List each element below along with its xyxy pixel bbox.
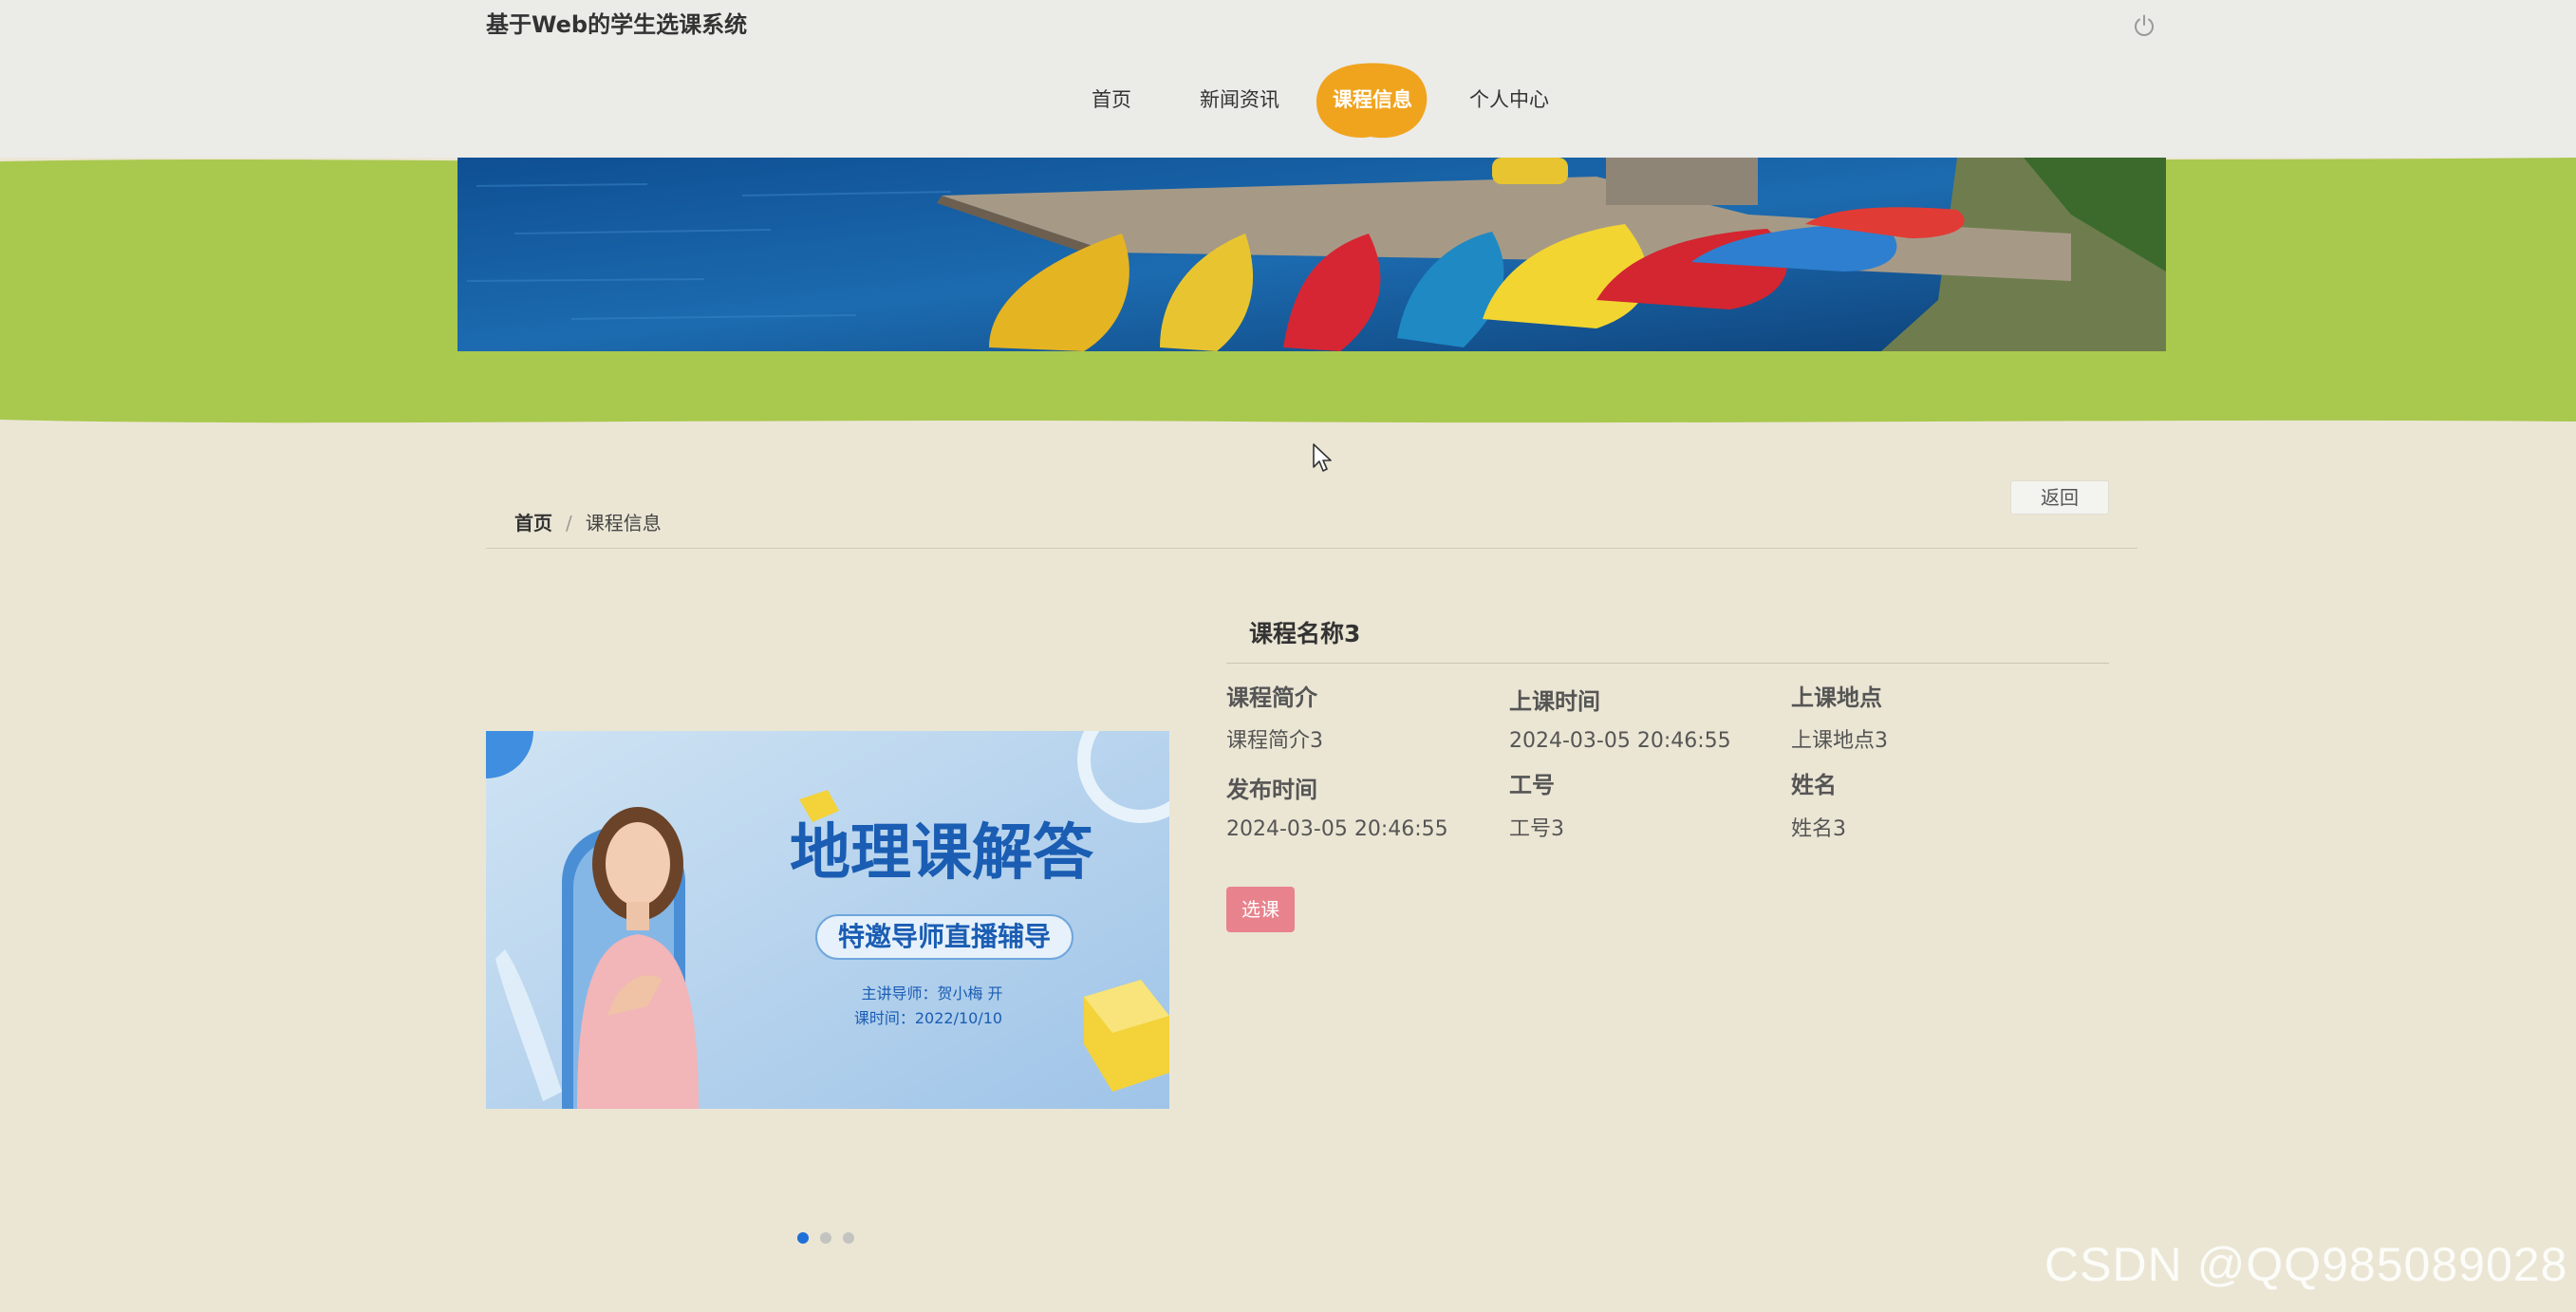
carousel-dot-3[interactable] <box>843 1232 854 1244</box>
select-course-button[interactable]: 选课 <box>1226 887 1295 932</box>
breadcrumb-home[interactable]: 首页 <box>514 512 552 534</box>
field-label-publish-time: 发布时间 <box>1226 777 1317 803</box>
banner-image <box>457 158 2166 351</box>
mouse-cursor-icon <box>1313 443 1332 472</box>
field-label-staff-id: 工号 <box>1509 772 1555 798</box>
nav-item-news[interactable]: 新闻资讯 <box>1192 59 1287 141</box>
power-icon[interactable] <box>2132 13 2156 38</box>
svg-text:地理课解答: 地理课解答 <box>790 818 1094 889</box>
field-label-intro: 课程简介 <box>1226 684 1317 711</box>
field-value-class-time: 2024-03-05 20:46:55 <box>1509 729 1731 753</box>
main-nav: 首页 新闻资讯 课程信息 个人中心 <box>0 59 2576 141</box>
field-value-intro: 课程简介3 <box>1226 729 1323 753</box>
nav-item-courses[interactable]: 课程信息 <box>1323 59 1422 141</box>
svg-text:主讲导师：贺小梅 开: 主讲导师：贺小梅 开 <box>861 984 1002 1003</box>
field-label-location: 上课地点 <box>1791 684 1882 711</box>
course-image-carousel[interactable]: 地理课解答 特邀导师直播辅导 主讲导师：贺小梅 开 课时间：2022/10/10 <box>486 731 1169 1109</box>
nav-item-home[interactable]: 首页 <box>1078 59 1145 141</box>
carousel-dot-1[interactable] <box>797 1232 809 1244</box>
course-title-divider <box>1226 663 2109 664</box>
course-title: 课程名称3 <box>1249 620 1361 647</box>
svg-text:特邀导师直播辅导: 特邀导师直播辅导 <box>838 921 1051 952</box>
field-value-staff-id: 工号3 <box>1509 817 1564 841</box>
field-value-publish-time: 2024-03-05 20:46:55 <box>1226 817 1448 841</box>
breadcrumb: 首页 / 课程信息 <box>514 509 662 537</box>
carousel-dot-2[interactable] <box>820 1232 831 1244</box>
breadcrumb-divider <box>486 548 2137 549</box>
breadcrumb-current: 课程信息 <box>585 512 662 534</box>
breadcrumb-separator: / <box>566 512 572 534</box>
field-label-class-time: 上课时间 <box>1509 688 1600 715</box>
field-value-name: 姓名3 <box>1791 817 1846 841</box>
nav-item-personal-center[interactable]: 个人中心 <box>1462 59 1557 141</box>
course-poster-image: 地理课解答 特邀导师直播辅导 主讲导师：贺小梅 开 课时间：2022/10/10 <box>486 731 1169 1109</box>
field-value-location: 上课地点3 <box>1791 729 1888 753</box>
site-title: 基于Web的学生选课系统 <box>486 11 748 38</box>
field-label-name: 姓名 <box>1791 772 1837 798</box>
back-button[interactable]: 返回 <box>2010 480 2109 515</box>
svg-text:课时间：2022/10/10: 课时间：2022/10/10 <box>854 1009 1002 1027</box>
watermark: CSDN @QQ985089028 <box>2044 1238 2568 1291</box>
